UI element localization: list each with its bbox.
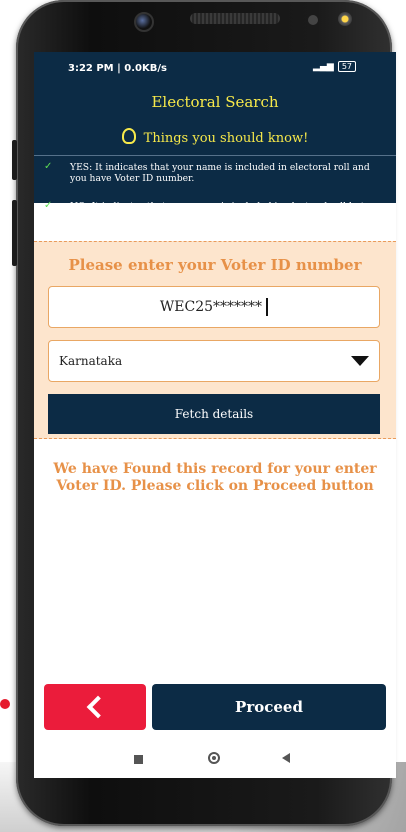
annotation-arrow-icon — [0, 699, 10, 709]
lightbulb-icon — [121, 128, 136, 144]
voter-id-value: WEC25******* — [159, 299, 263, 315]
status-icons: ▂▄▆ 57 — [313, 61, 356, 72]
voter-id-form: Please enter your Voter ID number WEC25*… — [34, 241, 396, 439]
fetch-details-button[interactable]: Fetch details — [48, 394, 380, 434]
proceed-button[interactable]: Proceed — [152, 684, 386, 730]
home-icon[interactable] — [208, 752, 220, 764]
form-title: Please enter your Voter ID number — [68, 256, 362, 274]
phone-screen: 3:22 PM | 0.0KB/s ▂▄▆ 57 Electoral Searc… — [34, 52, 396, 778]
info-item-text: YES: It indicates that your name is incl… — [70, 162, 370, 184]
status-bar: 3:22 PM | 0.0KB/s ▂▄▆ 57 — [34, 52, 396, 85]
signal-icon: ▂▄▆ — [313, 61, 334, 72]
battery-icon: 57 — [337, 61, 356, 72]
result-message: We have Found this record for your enter… — [53, 461, 377, 494]
info-heading: Things you should know! — [34, 128, 396, 146]
volume-button — [12, 140, 17, 180]
text-caret — [266, 298, 269, 316]
check-icon: ✓ — [44, 200, 53, 211]
back-triangle-icon[interactable] — [282, 753, 290, 763]
info-heading-text: Things you should know! — [143, 131, 309, 146]
state-dropdown[interactable]: Karnataka — [48, 340, 380, 382]
check-icon: ✓ — [44, 161, 53, 172]
dropdown-arrow-icon — [351, 356, 369, 366]
info-item-yes: ✓ YES: It indicates that your name is in… — [44, 161, 386, 184]
state-value: Karnataka — [59, 354, 123, 368]
info-item-no: ✓ NO: It indicates that your name is inc… — [44, 200, 386, 223]
info-item-text: NO: It indicates that your name is inclu… — [70, 201, 385, 223]
earpiece-speaker — [190, 13, 280, 24]
light-sensor — [338, 12, 352, 26]
page-title: Electoral Search — [151, 93, 279, 111]
chevron-left-icon — [86, 695, 110, 719]
status-time: 3:22 PM | 0.0KB/s — [68, 63, 167, 74]
voter-id-input[interactable]: WEC25******* — [48, 286, 380, 328]
header-divider — [34, 155, 396, 156]
front-camera — [134, 12, 154, 32]
app-header: Electoral Search Things you should know!… — [34, 85, 396, 223]
android-nav-bar — [34, 738, 396, 778]
recents-icon[interactable] — [134, 755, 143, 764]
power-button — [12, 200, 17, 266]
back-button[interactable] — [44, 684, 146, 730]
proximity-sensor — [308, 15, 318, 25]
